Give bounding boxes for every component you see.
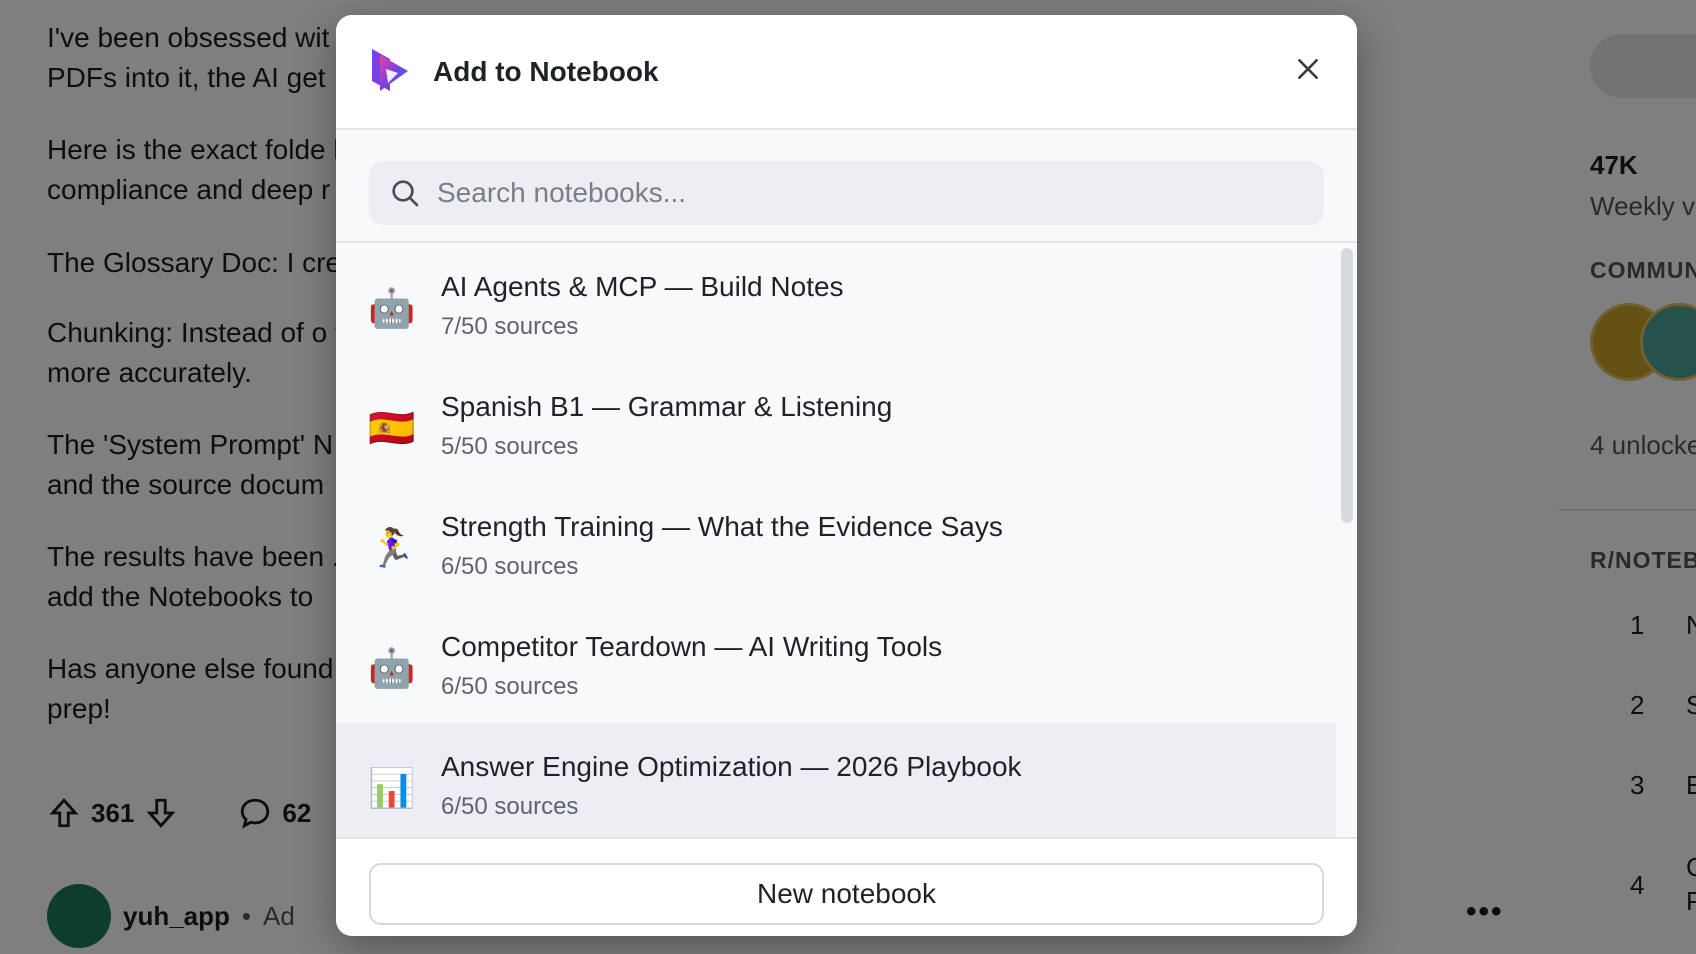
- close-button[interactable]: [1290, 51, 1326, 87]
- notebook-name: Spanish B1 — Grammar & Listening: [441, 391, 893, 422]
- list-item[interactable]: 🏃‍♀️ Strength Training — What the Eviden…: [336, 483, 1336, 603]
- spain-flag-icon: 🇪🇸: [368, 408, 416, 450]
- list-scrollbar[interactable]: [1341, 248, 1353, 523]
- list-item[interactable]: 🇪🇸 Spanish B1 — Grammar & Listening 5/50…: [336, 363, 1336, 483]
- search-section: [336, 130, 1357, 243]
- notebook-source-count: 7/50 sources: [441, 313, 579, 340]
- dialog-header: Add to Notebook: [336, 15, 1357, 130]
- list-item[interactable]: 🤖 Competitor Teardown — AI Writing Tools…: [336, 603, 1336, 723]
- notebook-name: Strength Training — What the Evidence Sa…: [441, 511, 1003, 542]
- robot-icon: 🤖: [368, 288, 416, 330]
- notebook-logo-icon: [366, 47, 414, 95]
- search-box[interactable]: [369, 161, 1324, 225]
- notebook-source-count: 6/50 sources: [441, 673, 579, 700]
- notebook-name: AI Agents & MCP — Build Notes: [441, 271, 844, 302]
- add-to-notebook-dialog: Add to Notebook 🤖 AI Agents & MCP — Buil…: [336, 15, 1357, 936]
- notebook-name: Competitor Teardown — AI Writing Tools: [441, 631, 943, 662]
- notebook-source-count: 5/50 sources: [441, 433, 579, 460]
- notebook-source-count: 6/50 sources: [441, 553, 579, 580]
- close-icon: [1298, 59, 1318, 79]
- notebook-source-count: 6/50 sources: [441, 793, 579, 820]
- search-icon: [389, 177, 421, 209]
- robot-icon: 🤖: [368, 648, 416, 690]
- new-notebook-button[interactable]: New notebook: [369, 863, 1324, 925]
- bar-chart-icon: 📊: [368, 768, 416, 810]
- list-item[interactable]: 📊 Answer Engine Optimization — 2026 Play…: [336, 723, 1336, 837]
- runner-icon: 🏃‍♀️: [368, 528, 416, 570]
- notebook-name: Answer Engine Optimization — 2026 Playbo…: [441, 751, 1022, 782]
- notebook-list: 🤖 AI Agents & MCP — Build Notes 7/50 sou…: [336, 243, 1336, 837]
- dialog-title: Add to Notebook: [433, 56, 659, 87]
- dialog-footer: New notebook: [336, 837, 1357, 936]
- list-item[interactable]: 🤖 AI Agents & MCP — Build Notes 7/50 sou…: [336, 243, 1336, 363]
- search-input[interactable]: [435, 176, 1299, 210]
